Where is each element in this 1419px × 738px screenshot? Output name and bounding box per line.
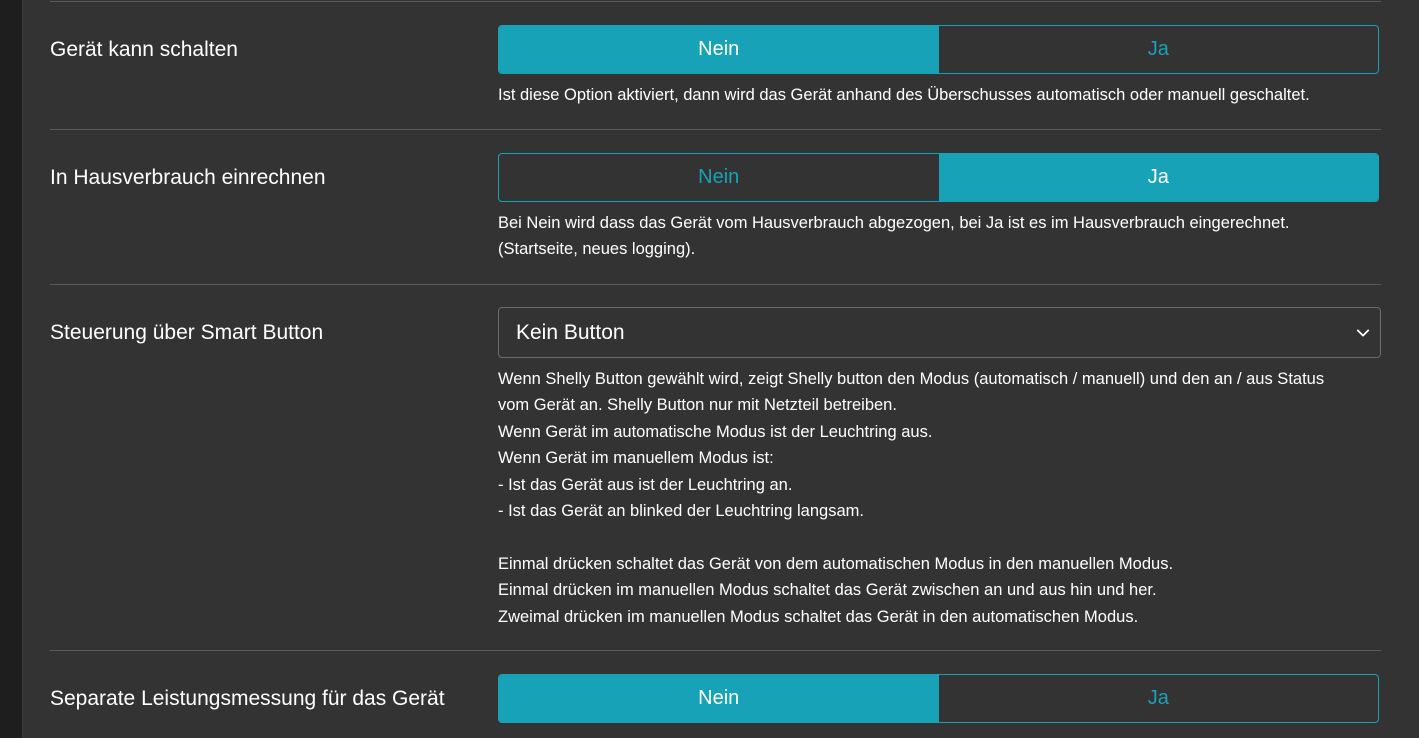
toggle-option-nein[interactable]: Nein [499, 675, 939, 722]
setting-label-geraet-kann-schalten: Gerät kann schalten [50, 38, 238, 61]
toggle-option-ja[interactable]: Ja [938, 154, 1378, 201]
setting-label-steuerung-smart-button: Steuerung über Smart Button [50, 321, 324, 344]
help-line: Einmal drücken schaltet das Gerät von de… [498, 554, 1174, 573]
help-line: Zweimal drücken im manuellen Modus schal… [498, 607, 1139, 626]
help-line: - Ist das Gerät aus ist der Leuchtring a… [498, 475, 793, 494]
help-text-in-hausverbrauch-einrechnen: Bei Nein wird dass das Gerät vom Hausver… [498, 210, 1388, 263]
help-line: Bei Nein wird dass das Gerät vom Hausver… [498, 214, 1290, 232]
toggle-option-ja[interactable]: Ja [939, 26, 1379, 73]
toggle-option-ja[interactable]: Ja [939, 675, 1379, 722]
help-text-steuerung-smart-button: Wenn Shelly Button gewählt wird, zeigt S… [498, 366, 1388, 630]
help-line: vom Gerät an. Shelly Button nur mit Netz… [498, 396, 897, 415]
help-line: - Ist das Gerät an blinked der Leuchtrin… [498, 502, 864, 521]
smart-button-select[interactable]: Kein Button [498, 307, 1381, 358]
help-line: Wenn Gerät im automatische Modus ist der… [498, 422, 933, 441]
toggle-in-hausverbrauch-einrechnen: Nein Ja [498, 153, 1379, 202]
toggle-separate-leistungsmessung: Nein Ja [498, 674, 1379, 723]
help-line: Wenn Shelly Button gewählt wird, zeigt S… [498, 370, 1325, 388]
help-line: Ist diese Option aktiviert, dann wird da… [498, 86, 1310, 104]
divider [50, 1, 1381, 2]
divider [50, 650, 1381, 651]
setting-label-in-hausverbrauch-einrechnen: In Hausverbrauch einrechnen [50, 166, 326, 189]
help-line: Einmal drücken im manuellen Modus schalt… [498, 581, 1157, 600]
divider [50, 129, 1381, 130]
chevron-down-icon [1356, 329, 1370, 336]
select-value: Kein Button [516, 320, 625, 344]
help-spacer [498, 524, 1388, 550]
help-line: (Startseite, neues logging). [498, 240, 696, 259]
toggle-option-nein[interactable]: Nein [499, 154, 939, 201]
setting-label-separate-leistungsmessung: Separate Leistungsmessung für das Gerät [50, 687, 445, 710]
toggle-option-nein[interactable]: Nein [499, 26, 939, 73]
divider [50, 284, 1381, 285]
help-text-geraet-kann-schalten: Ist diese Option aktiviert, dann wird da… [498, 82, 1388, 108]
help-line: Wenn Gerät im manuellem Modus ist: [498, 449, 774, 468]
toggle-geraet-kann-schalten: Nein Ja [498, 25, 1379, 74]
